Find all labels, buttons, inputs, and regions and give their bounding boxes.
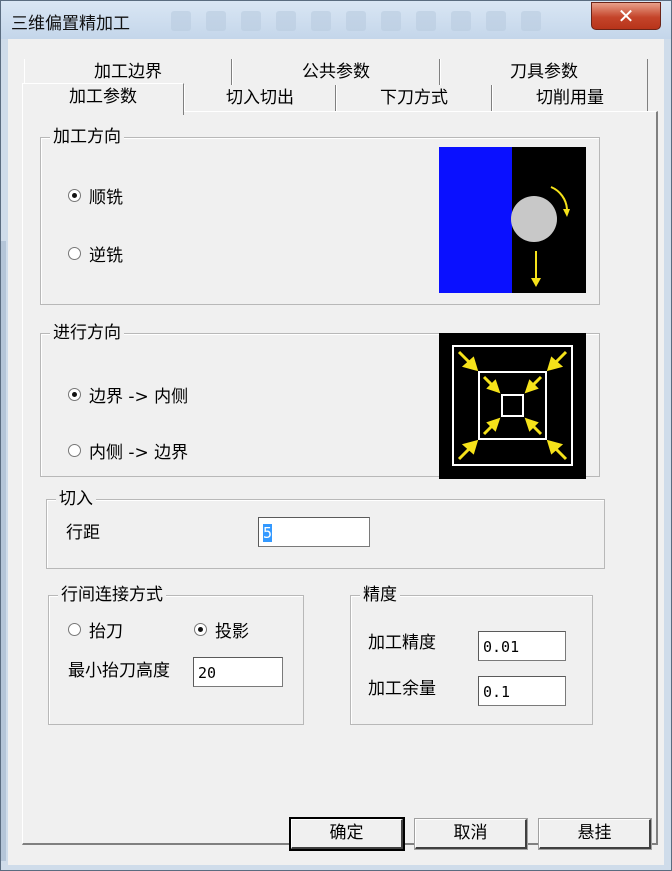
machining-precision-label: 加工精度 <box>368 633 436 653</box>
faded-toolbar-icon <box>206 11 226 31</box>
radio-boundary-to-inside[interactable]: 边界 -> 内侧 <box>68 382 188 407</box>
tab-label: 切入切出 <box>226 88 294 108</box>
radio-label: 投影 <box>215 622 249 642</box>
row-spacing-input[interactable]: 5 <box>258 517 370 547</box>
radio-climb-milling[interactable]: 顺铣 <box>68 183 123 208</box>
radio-circle <box>194 623 207 636</box>
group-title: 精度 <box>360 585 400 605</box>
radio-conventional-milling[interactable]: 逆铣 <box>68 241 123 266</box>
faded-toolbar-icon <box>416 11 436 31</box>
machining-precision-value: 0.01 <box>483 638 520 656</box>
radio-lift-tool[interactable]: 抬刀 <box>68 617 123 642</box>
radio-label: 逆铣 <box>89 246 123 266</box>
faded-toolbar-icon <box>486 11 506 31</box>
min-lift-height-value: 20 <box>198 664 217 682</box>
tab-label: 加工参数 <box>69 87 137 107</box>
radio-circle <box>68 388 81 401</box>
tab-tool-params[interactable]: 刀具参数 <box>440 59 648 85</box>
faded-toolbar-icon <box>346 11 366 31</box>
button-label: 取消 <box>453 823 488 843</box>
radio-projection[interactable]: 投影 <box>194 617 249 642</box>
row-spacing-label: 行距 <box>66 523 100 543</box>
radio-label: 内侧 -> 边界 <box>89 443 189 463</box>
radio-label: 抬刀 <box>89 622 123 642</box>
group-title: 进行方向 <box>50 323 124 343</box>
tab-machining-boundary[interactable]: 加工边界 <box>24 59 232 85</box>
tab-label: 下刀方式 <box>380 88 448 108</box>
group-title: 切入 <box>56 489 96 509</box>
group-title: 加工方向 <box>50 127 124 147</box>
faded-toolbar-icon <box>171 11 191 31</box>
button-label: 确定 <box>329 823 364 843</box>
cancel-button[interactable]: 取消 <box>414 818 528 850</box>
suspend-button[interactable]: 悬挂 <box>538 818 652 850</box>
tab-machining-params[interactable]: 加工参数 <box>22 83 184 115</box>
dialog-client: 加工边界 公共参数 刀具参数 加工参数 切入切出 下刀方式 切削用量 加工方向 … <box>8 39 664 865</box>
min-lift-height-input[interactable]: 20 <box>193 657 283 687</box>
button-label: 悬挂 <box>577 823 612 843</box>
faded-toolbar-icon <box>521 11 541 31</box>
climb-milling-diagram <box>439 147 586 293</box>
faded-toolbar-icon <box>311 11 331 31</box>
tab-lead-in-out[interactable]: 切入切出 <box>184 85 336 111</box>
cutter-circle <box>511 196 557 242</box>
tab-label: 加工边界 <box>94 62 162 82</box>
radio-circle <box>68 247 81 260</box>
ok-button[interactable]: 确定 <box>289 817 405 851</box>
min-lift-height-label: 最小抬刀高度 <box>68 661 170 681</box>
radio-circle <box>68 623 81 636</box>
radio-circle <box>68 189 81 202</box>
tab-label: 切削用量 <box>536 88 604 108</box>
faded-toolbar-icon <box>381 11 401 31</box>
faded-toolbar-icon <box>241 11 261 31</box>
row-spacing-value: 5 <box>263 524 273 542</box>
close-button[interactable]: ✕ <box>591 2 661 30</box>
tab-plunge-method[interactable]: 下刀方式 <box>336 85 492 111</box>
window-title: 三维偏置精加工 <box>11 14 130 34</box>
boundary-to-inside-diagram <box>439 333 586 479</box>
tab-label: 刀具参数 <box>510 62 578 82</box>
tab-common-params[interactable]: 公共参数 <box>232 59 440 85</box>
radio-label: 顺铣 <box>89 188 123 208</box>
radio-label: 边界 -> 内侧 <box>89 387 189 407</box>
faded-toolbar-icon <box>276 11 296 31</box>
dialog-window: 三维偏置精加工 ✕ 加工边界 公共参数 刀具参数 加工参数 切入切出 下刀方式 … <box>0 0 672 871</box>
faded-toolbar-icon <box>451 11 471 31</box>
window-edge <box>1 241 6 861</box>
title-bar[interactable]: 三维偏置精加工 ✕ <box>1 1 671 39</box>
machining-precision-input[interactable]: 0.01 <box>478 631 566 661</box>
tab-cutting-amount[interactable]: 切削用量 <box>492 85 648 111</box>
allowance-value: 0.1 <box>483 683 511 701</box>
close-icon: ✕ <box>617 4 635 28</box>
radio-inside-to-boundary[interactable]: 内侧 -> 边界 <box>68 438 188 463</box>
allowance-input[interactable]: 0.1 <box>478 676 566 706</box>
radio-circle <box>68 444 81 457</box>
allowance-label: 加工余量 <box>368 679 436 699</box>
group-title: 行间连接方式 <box>58 585 166 605</box>
workpiece-region <box>439 147 512 293</box>
tab-label: 公共参数 <box>302 62 370 82</box>
